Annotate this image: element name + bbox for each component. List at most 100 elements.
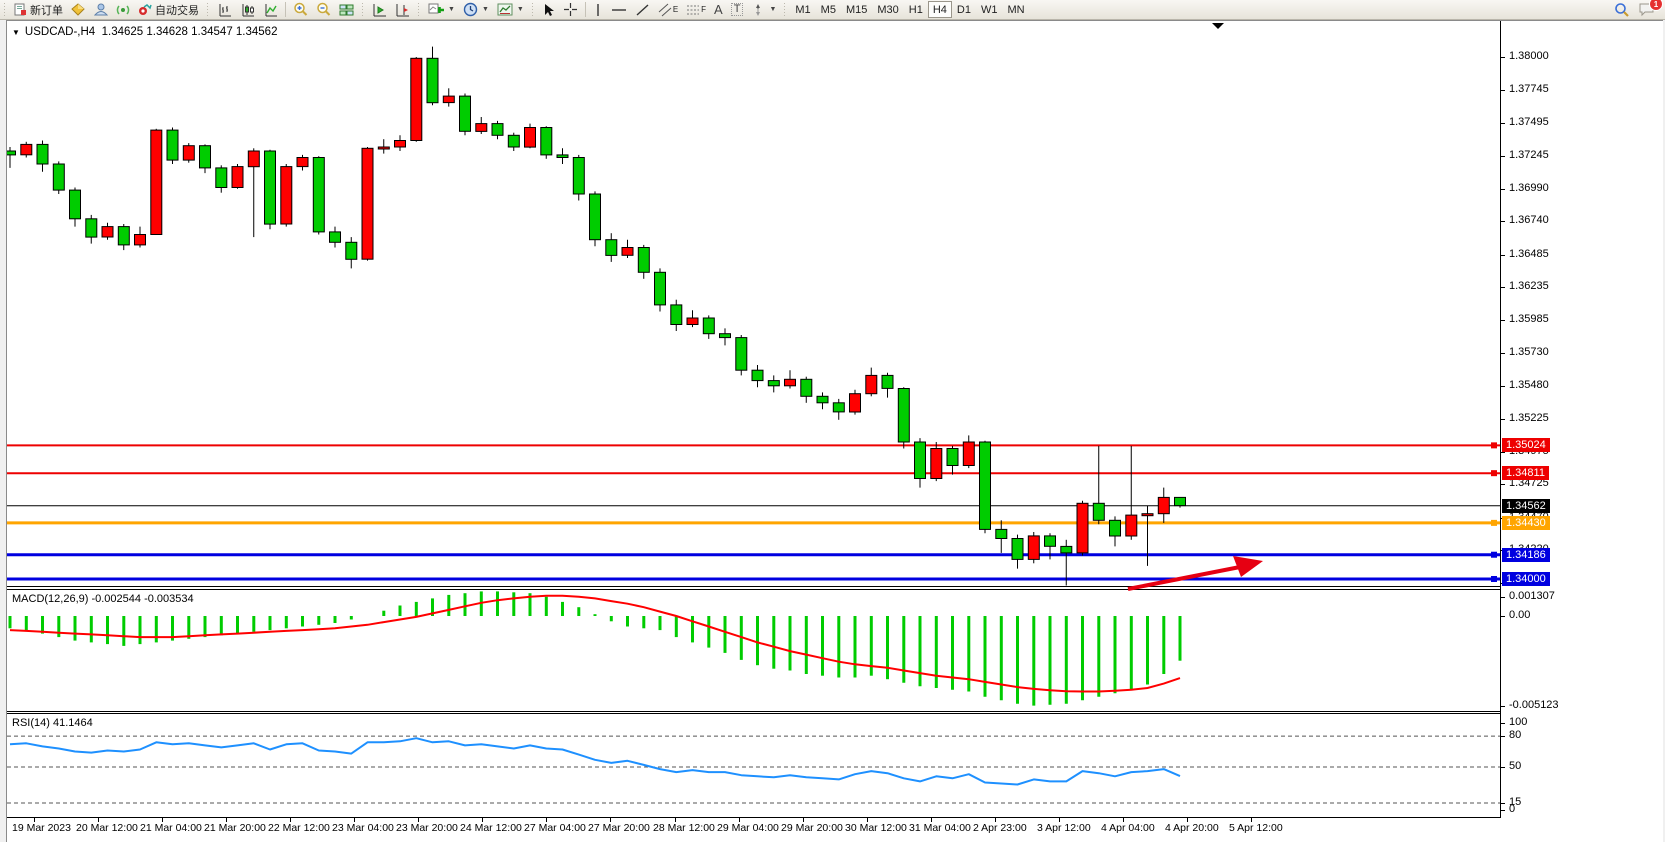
zoom-out-button[interactable] [312, 1, 335, 18]
text-label-tool-button[interactable]: T [727, 1, 748, 18]
crosshair-button[interactable] [559, 1, 582, 18]
template-button[interactable]: ▼ [493, 1, 528, 18]
date-label: 5 Apr 12:00 [1229, 822, 1283, 834]
price-tick-label: 1.37245 [1509, 149, 1549, 161]
price-tick-label: 1.35225 [1509, 412, 1549, 424]
timeframe-button-M30[interactable]: M30 [872, 1, 903, 18]
fibonacci-tool-button[interactable]: F [682, 1, 710, 18]
search-icon [1614, 2, 1630, 18]
timeframe-button-D1[interactable]: D1 [952, 1, 976, 18]
rsi-pane[interactable] [7, 713, 1500, 818]
price-tick-label: 1.36485 [1509, 248, 1549, 260]
auto-trading-button[interactable]: 自动交易 [134, 1, 203, 18]
tile-windows-button[interactable] [335, 1, 358, 18]
new-order-button[interactable]: 新订单 [10, 1, 67, 18]
trendline-tool-button[interactable] [631, 1, 654, 18]
horizontal-line-tool-button[interactable] [607, 1, 631, 18]
date-label: 24 Mar 12:00 [460, 822, 522, 834]
date-label: 22 Mar 12:00 [268, 822, 330, 834]
timeframe-button-MN[interactable]: MN [1002, 1, 1029, 18]
template-icon [497, 3, 513, 17]
text-tool-button[interactable]: A [710, 1, 727, 18]
axis-tick [1501, 706, 1505, 707]
date-label: 27 Mar 20:00 [588, 822, 650, 834]
timeframe-button-H4[interactable]: H4 [928, 1, 952, 18]
symbol-dropdown-icon[interactable]: ▼ [12, 28, 20, 37]
chart-shift-button[interactable] [391, 1, 414, 18]
channel-tool-button[interactable]: E [654, 1, 682, 18]
candlestick-chart-button[interactable] [236, 1, 259, 18]
auto-trading-label: 自动交易 [155, 2, 199, 18]
vertical-line-icon [593, 3, 603, 17]
time-axis[interactable]: 19 Mar 202320 Mar 12:0021 Mar 04:0021 Ma… [7, 818, 1500, 838]
bar-chart-button[interactable] [213, 1, 236, 18]
axis-tick [1501, 353, 1505, 354]
fibonacci-icon [686, 3, 700, 17]
macd-axis-label: -0.005123 [1509, 699, 1559, 711]
text-label-tool-label: T [731, 3, 744, 16]
rsi-axis-label: 0 [1509, 803, 1515, 815]
period-button[interactable]: ▼ [459, 1, 493, 18]
price-tick-label: 1.37745 [1509, 83, 1549, 95]
price-tick-label: 1.35730 [1509, 346, 1549, 358]
date-label: 28 Mar 12:00 [653, 822, 715, 834]
fibonacci-label: F [701, 5, 706, 14]
timeframe-button-M1[interactable]: M1 [790, 1, 815, 18]
zoom-in-button[interactable] [289, 1, 312, 18]
rsi-axis-label: 100 [1509, 716, 1527, 728]
date-label: 27 Mar 04:00 [524, 822, 586, 834]
date-label: 23 Mar 04:00 [332, 822, 394, 834]
axis-tick [1501, 810, 1505, 811]
bar-chart-icon [217, 3, 232, 17]
search-button[interactable] [1610, 1, 1634, 18]
notifications-button[interactable]: 1 [1634, 0, 1659, 19]
signal-icon [116, 3, 130, 16]
axis-tick [1501, 597, 1505, 598]
timeframe-button-W1[interactable]: W1 [976, 1, 1003, 18]
new-chart-button[interactable]: ▼ [424, 1, 459, 18]
price-chart-pane[interactable] [7, 21, 1500, 587]
timeframe-button-M5[interactable]: M5 [816, 1, 841, 18]
axis-tick [1501, 452, 1505, 453]
axis-tick [1501, 616, 1505, 617]
dropdown-arrow-icon: ▼ [448, 6, 455, 13]
price-tick-label: 1.36740 [1509, 214, 1549, 226]
timeframe-button-H1[interactable]: H1 [904, 1, 928, 18]
signals-button[interactable] [112, 1, 134, 18]
price-axis[interactable]: 1.380001.377451.374951.372451.369901.367… [1500, 21, 1659, 818]
notification-badge: 1 [1649, 0, 1663, 11]
dropdown-arrow-icon: ▼ [517, 6, 524, 13]
line-chart-button[interactable] [259, 1, 282, 18]
shapes-tool-button[interactable]: ▼ [747, 1, 780, 18]
axis-tick [1501, 189, 1505, 190]
axis-tick [1501, 736, 1505, 737]
trendline-icon [635, 3, 650, 17]
macd-pane[interactable] [7, 589, 1500, 712]
profile-button[interactable] [90, 1, 112, 18]
timeframe-button-M15[interactable]: M15 [841, 1, 872, 18]
toolbar-grip [3, 3, 7, 16]
axis-tick [1501, 767, 1505, 768]
chart-shift-marker [1212, 23, 1224, 29]
price-tick-label: 1.36990 [1509, 182, 1549, 194]
price-line-label: 1.34000 [1502, 572, 1550, 586]
rsi-axis-label: 80 [1509, 729, 1521, 741]
chart-shift-icon [395, 3, 410, 17]
market-button[interactable] [67, 1, 90, 18]
date-label: 29 Mar 20:00 [781, 822, 843, 834]
axis-tick [1501, 803, 1505, 804]
macd-axis-label: 0.001307 [1509, 590, 1555, 602]
text-tool-label: A [714, 3, 723, 16]
arrows-shape-icon [751, 3, 765, 17]
auto-scroll-button[interactable] [368, 1, 391, 18]
price-line-label: 1.34430 [1502, 516, 1550, 530]
candlestick-chart-icon [240, 3, 255, 17]
vertical-line-tool-button[interactable] [589, 1, 607, 18]
channel-label: E [673, 5, 678, 14]
bid-price-label: 1.34562 [1502, 499, 1550, 513]
date-label: 29 Mar 04:00 [717, 822, 779, 834]
cursor-button[interactable] [538, 1, 559, 18]
price-tick-label: 1.37495 [1509, 116, 1549, 128]
macd-indicator-label: MACD(12,26,9) -0.002544 -0.003534 [12, 593, 194, 605]
date-label: 30 Mar 12:00 [845, 822, 907, 834]
